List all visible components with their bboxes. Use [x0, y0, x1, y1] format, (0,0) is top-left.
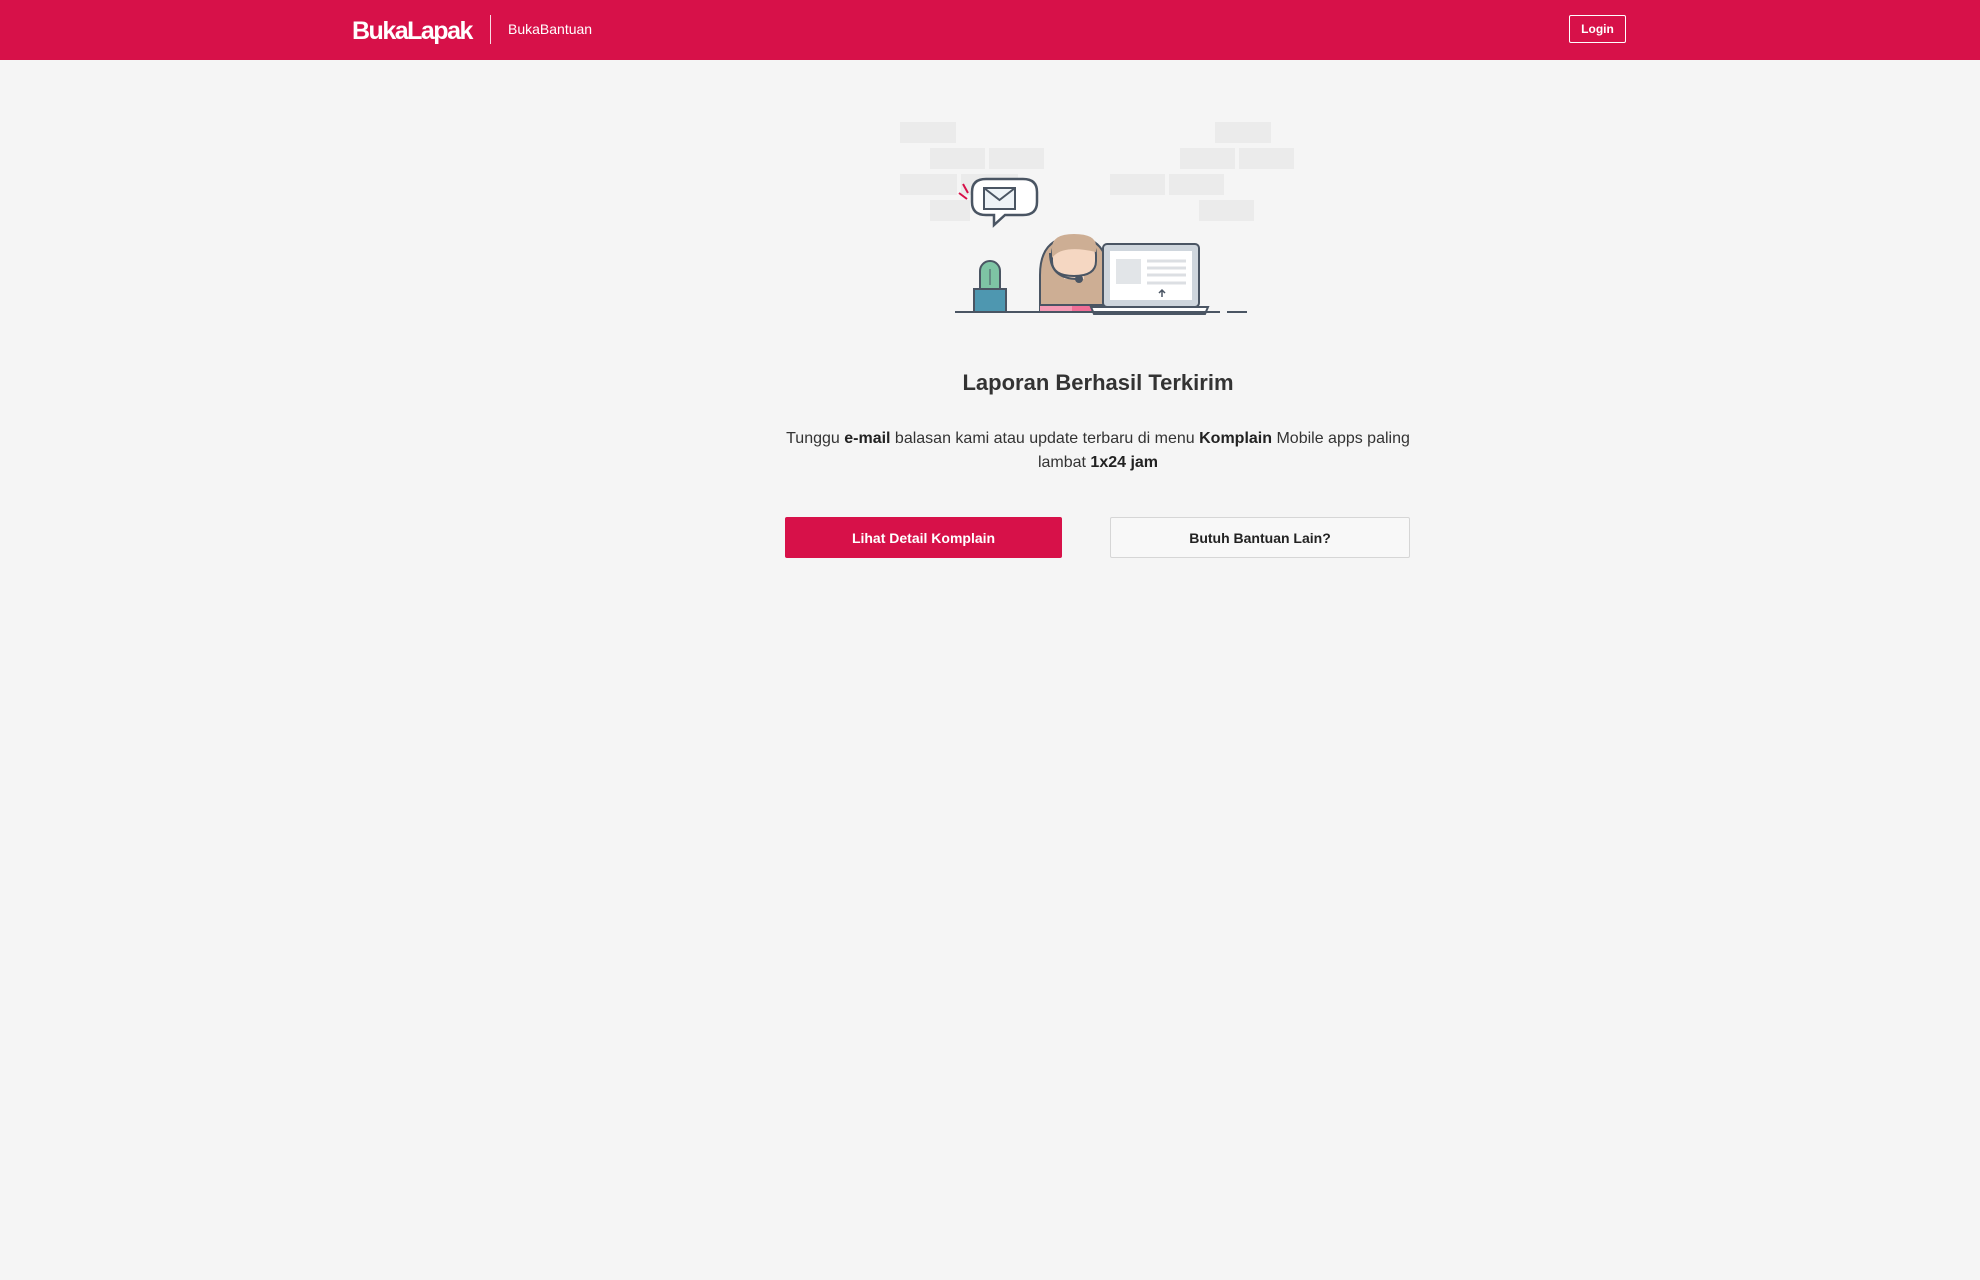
bukalapak-logo[interactable]: BukaLapak	[352, 15, 477, 45]
page-title: Laporan Berhasil Terkirim	[962, 370, 1234, 395]
support-agent-icon	[1039, 234, 1109, 313]
customer-support-illustration	[900, 122, 1294, 315]
message-highlight-email: e-mail	[844, 430, 891, 447]
need-other-help-button[interactable]: Butuh Bantuan Lain?	[1110, 517, 1410, 558]
message-text: balasan kami atau update terbaru di menu	[890, 430, 1200, 447]
laptop-icon	[1089, 243, 1210, 315]
section-title[interactable]: BukaBantuan	[508, 21, 592, 37]
header-divider	[490, 15, 491, 44]
login-button[interactable]: Login	[1569, 15, 1626, 43]
message-text: Tunggu	[786, 430, 845, 447]
logo-wordmark: BukaLapak	[352, 17, 473, 45]
top-navbar: BukaLapak BukaBantuan Login	[0, 0, 1980, 60]
background-bricks	[900, 122, 1294, 221]
cactus-icon	[973, 260, 1007, 313]
view-complaint-detail-button[interactable]: Lihat Detail Komplain	[785, 517, 1062, 558]
message-highlight-komplain: Komplain	[1199, 430, 1273, 447]
message-highlight-time: 1x24 jam	[1090, 454, 1159, 471]
confirmation-message: Tunggu e-mail balasan kami atau update t…	[780, 427, 1416, 475]
